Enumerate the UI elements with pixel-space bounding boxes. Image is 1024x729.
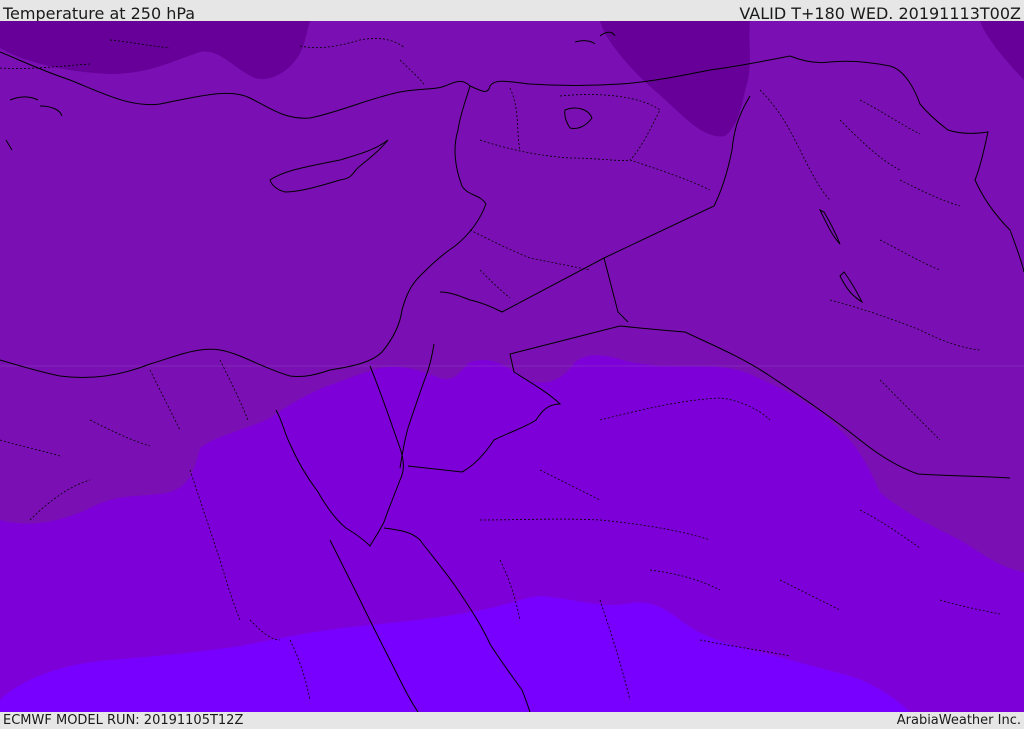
weather-map-frame: Temperature at 250 hPa VALID T+180 WED. …: [0, 0, 1024, 729]
header-bar: Temperature at 250 hPa VALID T+180 WED. …: [0, 0, 1024, 23]
credit-label: ArabiaWeather Inc.: [896, 713, 1021, 728]
footer-bar: ECMWF MODEL RUN: 20191105T12Z ArabiaWeat…: [0, 712, 1024, 729]
temperature-map: [0, 21, 1024, 712]
model-run-label: ECMWF MODEL RUN: 20191105T12Z: [3, 713, 244, 728]
